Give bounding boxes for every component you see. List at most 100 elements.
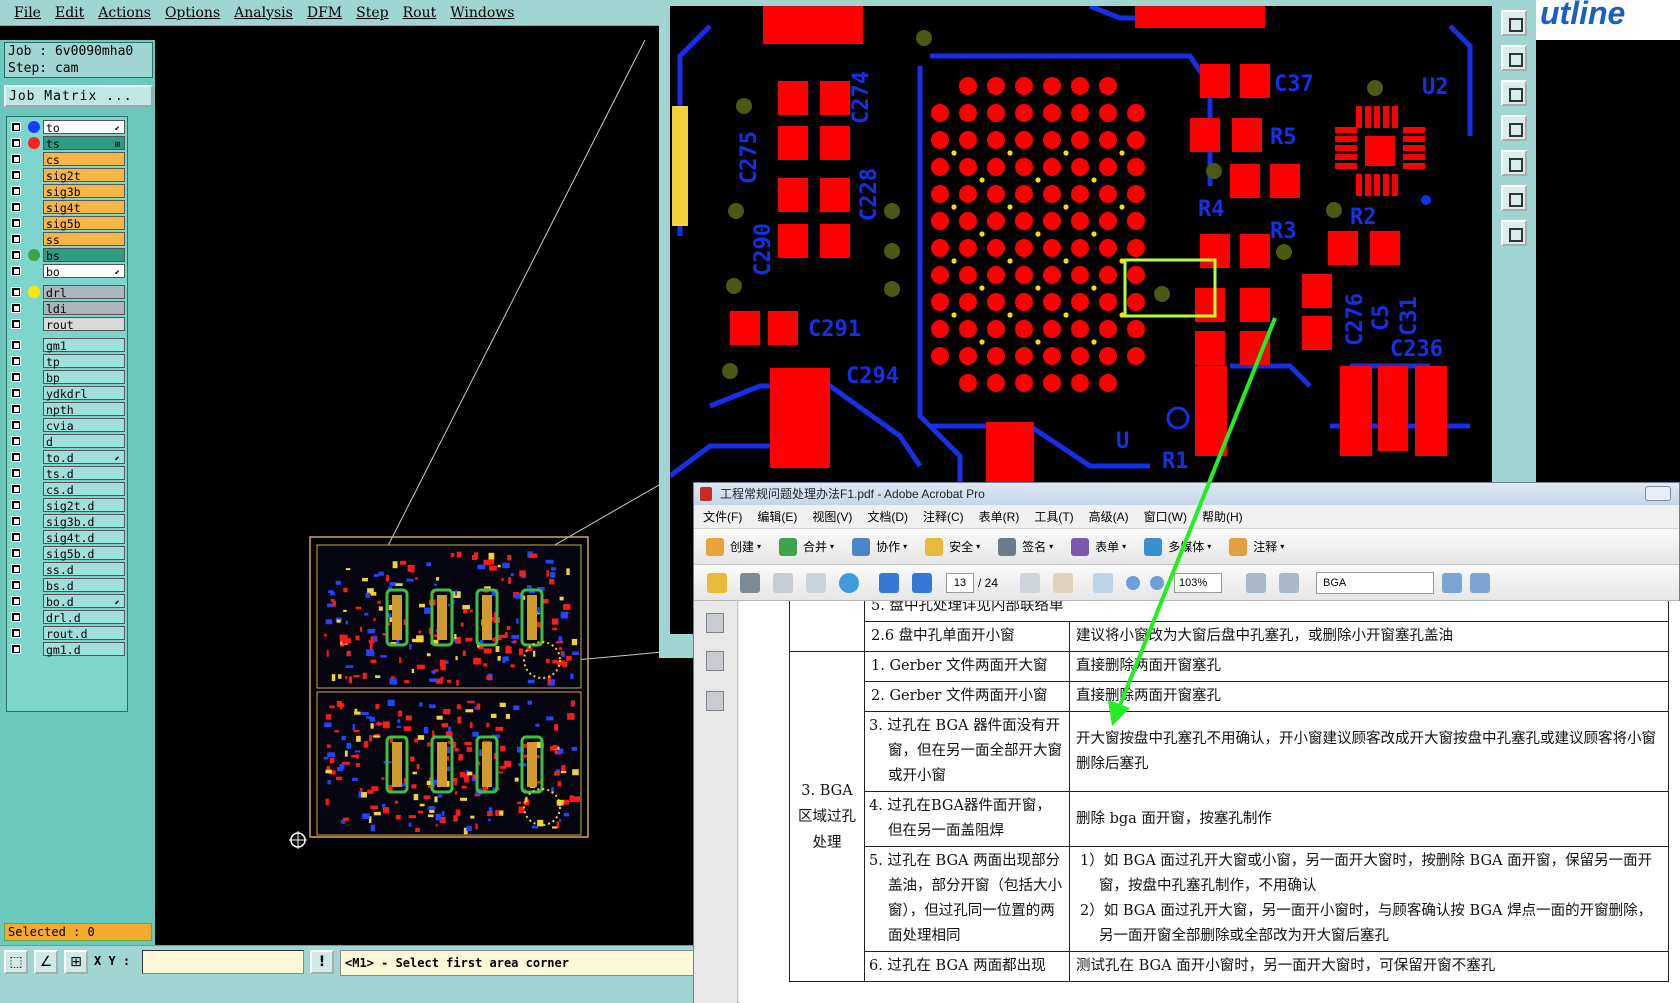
layer-checkbox[interactable] bbox=[11, 372, 21, 382]
acrobat-tool-button[interactable]: 注释 ▾ bbox=[1229, 537, 1284, 556]
layer-name[interactable]: bo.d ⬋ bbox=[43, 594, 125, 609]
layer-checkbox[interactable] bbox=[11, 644, 21, 654]
layer-name[interactable]: sig3b bbox=[43, 184, 125, 199]
zoom-in-icon[interactable] bbox=[1501, 10, 1527, 36]
layer-name[interactable]: gm1.d bbox=[43, 642, 125, 657]
layer-name[interactable]: sig5b.d bbox=[43, 546, 125, 561]
layer-name[interactable]: bo ⬋ bbox=[43, 264, 125, 279]
layer-row-bo-d[interactable]: bo.d ⬋ bbox=[7, 593, 127, 609]
layer-row-d[interactable]: d bbox=[7, 433, 127, 449]
pan-left-icon[interactable] bbox=[1501, 115, 1527, 141]
layer-row-cvia[interactable]: cvia bbox=[7, 417, 127, 433]
home-view-icon[interactable] bbox=[1501, 220, 1527, 246]
layer-checkbox[interactable] bbox=[11, 564, 21, 574]
layer-checkbox[interactable] bbox=[11, 516, 21, 526]
layer-checkbox[interactable] bbox=[11, 596, 21, 606]
layer-row-drl[interactable]: drl bbox=[7, 284, 127, 300]
layer-checkbox[interactable] bbox=[11, 170, 21, 180]
layer-checkbox[interactable] bbox=[11, 266, 21, 276]
layer-checkbox[interactable] bbox=[11, 202, 21, 212]
layer-checkbox[interactable] bbox=[11, 500, 21, 510]
select-text-icon[interactable] bbox=[1020, 572, 1041, 593]
layer-name[interactable]: gm1 bbox=[43, 338, 125, 353]
board-overview-canvas[interactable] bbox=[155, 40, 685, 880]
layer-checkbox[interactable] bbox=[11, 436, 21, 446]
layer-name[interactable]: ss bbox=[43, 232, 125, 247]
layer-name[interactable]: bp bbox=[43, 370, 125, 385]
find-next-icon[interactable] bbox=[1470, 573, 1490, 593]
acrobat-menu-item[interactable]: 帮助(H) bbox=[1202, 508, 1243, 525]
layer-checkbox[interactable] bbox=[11, 404, 21, 414]
menu-analysis[interactable]: Analysis bbox=[234, 5, 293, 21]
layer-checkbox[interactable] bbox=[11, 319, 21, 329]
layer-row-bo[interactable]: bo ⬋ bbox=[7, 263, 127, 279]
xy-coordinate-input[interactable] bbox=[142, 950, 304, 974]
layer-name[interactable]: cs.d bbox=[43, 482, 125, 497]
alert-button[interactable]: ! bbox=[310, 950, 334, 974]
layer-name[interactable]: ts.d bbox=[43, 466, 125, 481]
layer-checkbox[interactable] bbox=[11, 234, 21, 244]
pages-panel-icon[interactable] bbox=[706, 613, 724, 633]
zoom-level-select[interactable]: 103% bbox=[1174, 572, 1223, 593]
pan-right-icon[interactable] bbox=[1501, 150, 1527, 176]
layer-checkbox[interactable] bbox=[11, 287, 21, 297]
page-number-input[interactable]: 13 bbox=[946, 572, 974, 593]
fit-width-icon[interactable] bbox=[1279, 572, 1300, 593]
layer-row-sig2t[interactable]: sig2t bbox=[7, 167, 127, 183]
layer-row-ss[interactable]: ss bbox=[7, 231, 127, 247]
layer-row-cs-d[interactable]: cs.d bbox=[7, 481, 127, 497]
layer-checkbox[interactable] bbox=[11, 548, 21, 558]
layer-row-sig2t-d[interactable]: sig2t.d bbox=[7, 497, 127, 513]
acrobat-tool-button[interactable]: 安全 ▾ bbox=[925, 537, 980, 556]
layer-name[interactable]: rout.d bbox=[43, 626, 125, 641]
minimize-button[interactable] bbox=[1645, 486, 1671, 501]
zoom-out-icon[interactable] bbox=[1126, 575, 1141, 590]
acrobat-menu-item[interactable]: 表单(R) bbox=[979, 508, 1020, 525]
menu-dfm[interactable]: DFM bbox=[307, 5, 342, 21]
layer-name[interactable]: npth bbox=[43, 402, 125, 417]
acrobat-menu-item[interactable]: 文件(F) bbox=[703, 508, 742, 525]
find-input[interactable]: BGA bbox=[1316, 572, 1434, 594]
layer-row-ldi[interactable]: ldi bbox=[7, 300, 127, 316]
layer-row-bs[interactable]: bs bbox=[7, 247, 127, 263]
layer-row-ts[interactable]: ts ⊞ bbox=[7, 135, 127, 151]
layer-checkbox[interactable] bbox=[11, 532, 21, 542]
menu-step[interactable]: Step bbox=[356, 5, 388, 21]
acrobat-menu-item[interactable]: 编辑(E) bbox=[757, 508, 797, 525]
menu-windows[interactable]: Windows bbox=[450, 5, 514, 21]
zoom-in-icon[interactable] bbox=[1150, 575, 1165, 590]
layer-name[interactable]: sig5b bbox=[43, 216, 125, 231]
layer-row-npth[interactable]: npth bbox=[7, 401, 127, 417]
layer-name[interactable]: drl bbox=[43, 285, 125, 300]
layer-name[interactable]: ldi bbox=[43, 301, 125, 316]
acrobat-menu-item[interactable]: 视图(V) bbox=[812, 508, 852, 525]
menu-options[interactable]: Options bbox=[165, 5, 220, 21]
acrobat-menu-item[interactable]: 窗口(W) bbox=[1144, 508, 1187, 525]
layer-checkbox[interactable] bbox=[11, 580, 21, 590]
layer-row-ts-d[interactable]: ts.d bbox=[7, 465, 127, 481]
acrobat-menu-item[interactable]: 工具(T) bbox=[1034, 508, 1073, 525]
layer-row-sig3b[interactable]: sig3b bbox=[7, 183, 127, 199]
pdf-document-view[interactable]: 5. 盘中孔处理详见内部联络单 2.6 盘中孔单面开小窗 建议将小窗改为大窗后盘… bbox=[739, 601, 1680, 1003]
layer-row-rout[interactable]: rout bbox=[7, 316, 127, 332]
print-icon[interactable] bbox=[740, 572, 760, 593]
layer-name[interactable]: sig2t.d bbox=[43, 498, 125, 513]
layer-checkbox[interactable] bbox=[11, 356, 21, 366]
acrobat-tool-button[interactable]: 合并 ▾ bbox=[779, 537, 834, 556]
layer-row-sig4t-d[interactable]: sig4t.d bbox=[7, 529, 127, 545]
acrobat-tool-button[interactable]: 协作 ▾ bbox=[852, 537, 907, 556]
menu-file[interactable]: File bbox=[14, 5, 41, 21]
page-down-icon[interactable] bbox=[912, 572, 932, 593]
layer-checkbox[interactable] bbox=[11, 154, 21, 164]
layer-checkbox[interactable] bbox=[11, 303, 21, 313]
layer-row-drl-d[interactable]: drl.d bbox=[7, 609, 127, 625]
acrobat-tool-button[interactable]: 表单 ▾ bbox=[1071, 537, 1126, 556]
layer-name[interactable]: bs bbox=[43, 248, 125, 263]
layer-name[interactable]: sig4t.d bbox=[43, 530, 125, 545]
layer-name[interactable]: d bbox=[43, 434, 125, 449]
layer-checkbox[interactable] bbox=[11, 420, 21, 430]
fit-page-icon[interactable] bbox=[1246, 572, 1267, 593]
layer-row-tp[interactable]: tp bbox=[7, 353, 127, 369]
layer-name[interactable]: ts ⊞ bbox=[43, 136, 125, 151]
layer-checkbox[interactable] bbox=[11, 250, 21, 260]
